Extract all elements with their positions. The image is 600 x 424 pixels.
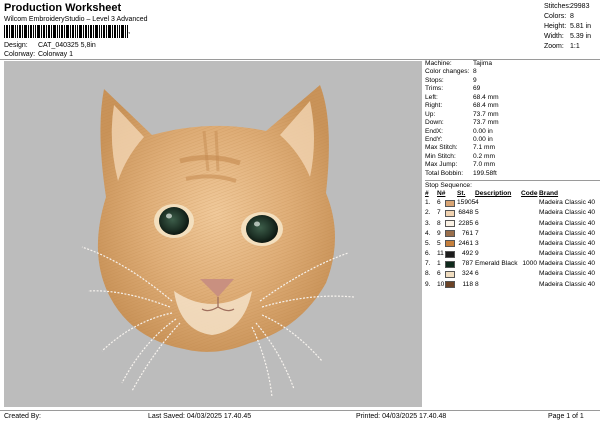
color-swatch — [445, 271, 455, 279]
col-index: # — [425, 190, 429, 198]
table-row: 5. 5 2461 3 Madeira Classic 40 — [425, 239, 596, 248]
info-max-stitch: Max Stitch: 7.1 mm — [425, 144, 495, 152]
design-value: CAT_040325 5,8in — [37, 42, 96, 49]
stop-sequence-title: Stop Sequence: — [425, 180, 600, 189]
info-endy: EndY: 0.00 in — [425, 135, 493, 143]
barcode-mark: , — [128, 26, 131, 35]
colorway-value: Colorway 1 — [37, 51, 73, 58]
stop-sequence-header: # N# St. Description Code Brand — [425, 189, 600, 198]
color-swatch — [445, 240, 455, 248]
table-row: 9. 10 118 8 Madeira Classic 40 — [425, 280, 596, 289]
stop-sequence-table: 1. 6 15905 4 Madeira Classic 40 2. 7 6848 5 Made… — [425, 198, 600, 290]
left-eye — [154, 204, 194, 238]
color-swatch — [445, 250, 455, 258]
stat-height: Height: 5.81 in — [544, 23, 592, 30]
color-swatch — [445, 220, 455, 228]
info-total-bobbin: Total Bobbin: 199.58ft — [425, 169, 497, 177]
info-right: Right: 68.4 mm — [425, 102, 499, 110]
info-min-stitch: Min Stitch: 0.2 mm — [425, 152, 495, 160]
table-row: 8. 6 324 6 Madeira Classic 40 — [425, 270, 596, 279]
cat-head — [97, 85, 336, 352]
info-color-changes: Color changes: 8 — [425, 68, 477, 76]
info-machine: Machine: Tajima — [425, 60, 493, 67]
stat-zoom: Zoom: 1:1 — [544, 43, 580, 50]
col-needle: N# — [437, 190, 446, 198]
table-row: 1. 6 15905 4 Madeira Classic 40 — [425, 199, 596, 207]
info-trims: Trims: 69 — [425, 85, 481, 93]
color-swatch — [445, 260, 455, 268]
footer-created-by: Created By: — [4, 413, 41, 420]
col-code: Code — [521, 190, 538, 198]
info-up: Up: 73.7 mm — [425, 110, 499, 118]
color-swatch — [445, 281, 455, 289]
right-eye — [241, 212, 283, 246]
footer-divider — [0, 410, 600, 411]
barcode — [4, 25, 128, 38]
info-left: Left: 68.4 mm — [425, 93, 499, 101]
page-title: Production Worksheet — [4, 2, 122, 14]
stat-colors: Colors: 8 — [544, 13, 574, 20]
table-row: 3. 8 2285 6 Madeira Classic 40 — [425, 219, 596, 228]
stats-box: Stitches: 29983 Colors: 8 Height: 5.81 in W… — [544, 2, 598, 52]
software-subtitle: Wilcom EmbroideryStudio – Level 3 Advanc… — [4, 16, 148, 23]
cat-embroidery-image — [81, 85, 355, 398]
info-down: Down: 73.7 mm — [425, 119, 499, 127]
color-swatch — [445, 199, 455, 207]
col-stitches: St. — [457, 190, 466, 198]
design-preview — [4, 61, 422, 407]
table-row: 4. 9 761 7 Madeira Classic 40 — [425, 229, 596, 238]
colorway-row: Colorway: Colorway 1 — [4, 51, 73, 58]
color-swatch — [445, 209, 455, 217]
footer-last-saved: Last Saved: 04/03/2025 17.40.45 — [148, 413, 252, 420]
col-brand: Brand — [539, 190, 559, 198]
footer-page-number: Page 1 of 1 — [548, 413, 584, 420]
col-description: Description — [475, 190, 512, 198]
table-row: 7. 1 787 Emerald Black 1000 Madeira Classic 4… — [425, 260, 596, 268]
color-swatch — [445, 230, 455, 238]
stat-width: Width: 5.39 in — [544, 33, 592, 40]
stat-stitches: Stitches: 29983 — [544, 3, 590, 10]
machine-info-panel: Machine: Tajima Color changes: 8 Stops: 9 T… — [425, 60, 600, 408]
table-row: 2. 7 6848 5 Madeira Classic 40 — [425, 209, 596, 217]
design-label: Design: — [4, 42, 28, 49]
colorway-label: Colorway: — [4, 51, 36, 58]
table-row: 6. 11 492 9 Madeira Classic 40 — [425, 250, 596, 258]
footer-printed: Printed: 04/03/2025 17.40.48 — [356, 413, 447, 420]
info-max-jump: Max Jump: 7.0 mm — [425, 161, 495, 169]
design-row: Design: CAT_040325 5,8in — [4, 42, 96, 49]
info-stops: Stops: 9 — [425, 76, 477, 84]
info-endx: EndX: 0.00 in — [425, 127, 493, 135]
